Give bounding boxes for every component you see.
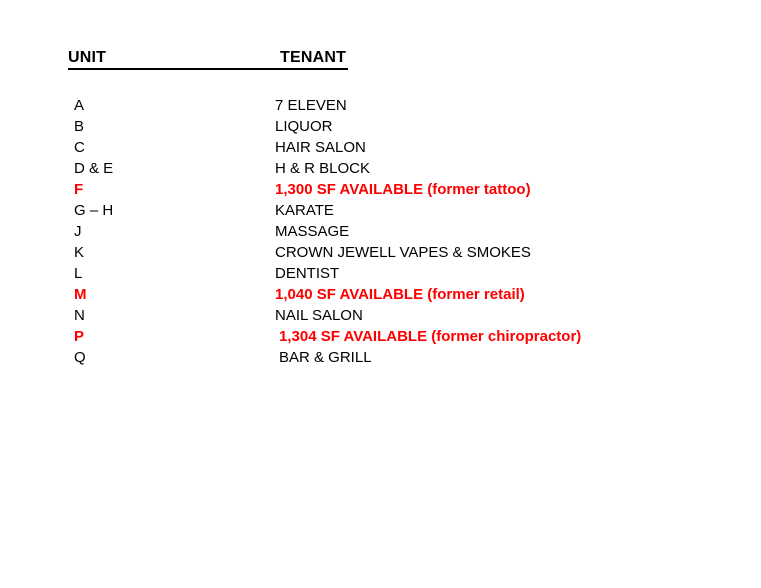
table-row: M 1,040 SF AVAILABLE (former retail)	[0, 284, 761, 305]
cell-tenant-available: 1,304 SF AVAILABLE (former chiropractor)	[279, 328, 582, 345]
table-row: C HAIR SALON	[0, 137, 761, 158]
cell-unit: C	[74, 139, 85, 156]
cell-unit: A	[74, 97, 85, 114]
cell-tenant-available: 1,300 SF AVAILABLE (former tattoo)	[275, 181, 531, 198]
table-row: F 1,300 SF AVAILABLE (former tattoo)	[0, 179, 761, 200]
cell-unit: M	[74, 286, 87, 303]
table-row: L DENTIST	[0, 263, 761, 284]
cell-unit: P	[74, 328, 85, 345]
cell-tenant: DENTIST	[275, 265, 340, 282]
table-row: A 7 ELEVEN	[0, 95, 761, 116]
table-row: J MASSAGE	[0, 221, 761, 242]
cell-tenant: 7 ELEVEN	[275, 97, 347, 114]
cell-tenant: KARATE	[275, 202, 334, 219]
cell-unit: N	[74, 307, 85, 324]
table-row: G – H KARATE	[0, 200, 761, 221]
cell-tenant: H & R BLOCK	[275, 160, 371, 177]
table-row: Q BAR & GRILL	[0, 347, 761, 368]
cell-unit: B	[74, 118, 85, 135]
cell-unit: K	[74, 244, 85, 261]
document-page: UNIT TENANT A 7 ELEVEN B LIQUOR C HAIR SALON D…	[0, 0, 761, 588]
cell-tenant: CROWN JEWELL VAPES & SMOKES	[275, 244, 531, 261]
table-header: UNIT TENANT	[68, 48, 348, 70]
cell-unit: J	[74, 223, 82, 240]
tenant-roster-table: A 7 ELEVEN B LIQUOR C HAIR SALON D & E H & R BL…	[0, 95, 761, 368]
column-header-unit: UNIT	[68, 49, 107, 66]
table-row: N NAIL SALON	[0, 305, 761, 326]
cell-tenant-available: 1,040 SF AVAILABLE (former retail)	[275, 286, 525, 303]
cell-unit: G – H	[74, 202, 114, 219]
cell-tenant: HAIR SALON	[275, 139, 366, 156]
cell-unit: Q	[74, 349, 86, 366]
cell-tenant: BAR & GRILL	[279, 349, 372, 366]
cell-tenant: MASSAGE	[275, 223, 350, 240]
table-row: P 1,304 SF AVAILABLE (former chiropractor…	[0, 326, 761, 347]
table-row: D & E H & R BLOCK	[0, 158, 761, 179]
table-row: B LIQUOR	[0, 116, 761, 137]
cell-tenant: NAIL SALON	[275, 307, 363, 324]
column-header-tenant: TENANT	[280, 49, 347, 66]
cell-tenant: LIQUOR	[275, 118, 333, 135]
cell-unit: D & E	[74, 160, 114, 177]
cell-unit: F	[74, 181, 84, 198]
table-row: K CROWN JEWELL VAPES & SMOKES	[0, 242, 761, 263]
cell-unit: L	[74, 265, 83, 282]
